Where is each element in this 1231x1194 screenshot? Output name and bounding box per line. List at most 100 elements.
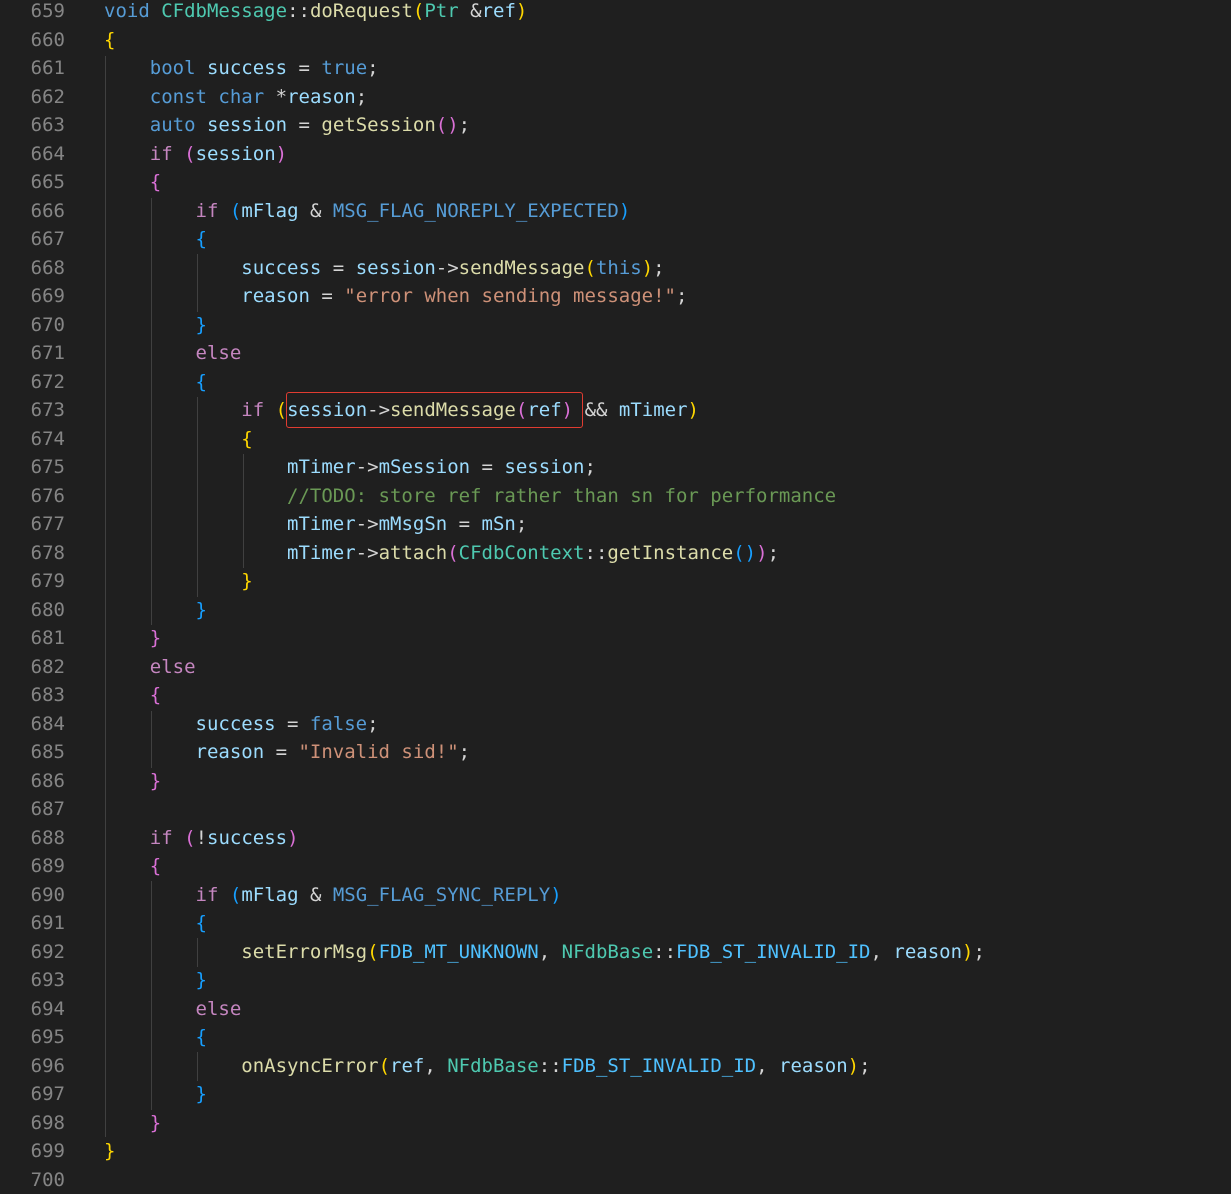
code-token: :: (585, 542, 608, 564)
code-text[interactable]: { (104, 225, 207, 254)
code-line[interactable]: 665 { (0, 168, 1231, 197)
code-line[interactable]: 673 if (session->sendMessage(ref) && mTi… (0, 396, 1231, 425)
code-line[interactable]: 682 else (0, 653, 1231, 682)
code-text[interactable]: { (104, 681, 161, 710)
code-token: FDB_ST_INVALID_ID (562, 1055, 756, 1077)
code-line[interactable]: 691 { (0, 909, 1231, 938)
code-text[interactable]: onAsyncError(ref, NFdbBase::FDB_ST_INVAL… (104, 1052, 871, 1081)
code-text[interactable]: { (104, 425, 253, 454)
code-line[interactable]: 699} (0, 1137, 1231, 1166)
code-token: NFdbBase (562, 941, 654, 963)
code-text[interactable]: const char *reason; (104, 83, 367, 112)
line-number: 684 (31, 710, 65, 739)
code-text[interactable]: { (104, 1023, 207, 1052)
code-text[interactable]: { (104, 909, 207, 938)
code-line[interactable]: 687 (0, 795, 1231, 824)
code-text[interactable]: { (104, 852, 161, 881)
code-text[interactable]: } (104, 1109, 161, 1138)
code-line[interactable]: 692 setErrorMsg(FDB_MT_UNKNOWN, NFdbBase… (0, 938, 1231, 967)
code-line[interactable]: 663 auto session = getSession(); (0, 111, 1231, 140)
code-line[interactable]: 700 (0, 1166, 1231, 1194)
code-text[interactable]: } (104, 1080, 207, 1109)
code-line[interactable]: 698 } (0, 1109, 1231, 1138)
code-line[interactable]: 675 mTimer->mSession = session; (0, 453, 1231, 482)
code-text[interactable]: success = false; (104, 710, 379, 739)
code-token (104, 912, 196, 934)
code-text[interactable]: mTimer->mSession = session; (104, 453, 596, 482)
code-text[interactable]: } (104, 966, 207, 995)
code-line[interactable]: 686 } (0, 767, 1231, 796)
code-line[interactable]: 672 { (0, 368, 1231, 397)
code-text[interactable]: } (104, 1137, 115, 1166)
code-line[interactable]: 678 mTimer->attach(CFdbContext::getInsta… (0, 539, 1231, 568)
code-line[interactable]: 674 { (0, 425, 1231, 454)
code-text[interactable]: } (104, 767, 161, 796)
code-token: { (196, 912, 207, 934)
code-text[interactable]: mTimer->mMsgSn = mSn; (104, 510, 527, 539)
code-line[interactable]: 697 } (0, 1080, 1231, 1109)
code-text[interactable]: else (104, 995, 241, 1024)
code-text[interactable]: success = session->sendMessage(this); (104, 254, 665, 283)
code-token (104, 941, 241, 963)
code-text[interactable]: } (104, 624, 161, 653)
code-line[interactable]: 660{ (0, 26, 1231, 55)
code-text[interactable]: } (104, 596, 207, 625)
code-line[interactable]: 680 } (0, 596, 1231, 625)
line-number: 670 (31, 311, 65, 340)
code-token: } (241, 570, 252, 592)
code-line[interactable]: 688 if (!success) (0, 824, 1231, 853)
code-text[interactable]: else (104, 653, 196, 682)
code-line[interactable]: 685 reason = "Invalid sid!"; (0, 738, 1231, 767)
code-text[interactable]: { (104, 368, 207, 397)
code-text[interactable]: if (session) (104, 140, 287, 169)
code-text[interactable]: } (104, 567, 253, 596)
code-token: getInstance (607, 542, 733, 564)
code-text[interactable]: if (mFlag & MSG_FLAG_NOREPLY_EXPECTED) (104, 197, 630, 226)
code-line[interactable]: 684 success = false; (0, 710, 1231, 739)
code-editor[interactable]: 659void CFdbMessage::doRequest(Ptr &ref)… (0, 0, 1231, 1179)
code-token: { (196, 371, 207, 393)
code-line[interactable]: 661 bool success = true; (0, 54, 1231, 83)
code-line[interactable]: 681 } (0, 624, 1231, 653)
code-line[interactable]: 659void CFdbMessage::doRequest(Ptr &ref) (0, 0, 1231, 26)
code-text[interactable]: if (!success) (104, 824, 299, 853)
code-line[interactable]: 690 if (mFlag & MSG_FLAG_SYNC_REPLY) (0, 881, 1231, 910)
line-number: 693 (31, 966, 65, 995)
code-line[interactable]: 667 { (0, 225, 1231, 254)
code-text[interactable]: { (104, 168, 161, 197)
code-line[interactable]: 677 mTimer->mMsgSn = mSn; (0, 510, 1231, 539)
code-line[interactable]: 666 if (mFlag & MSG_FLAG_NOREPLY_EXPECTE… (0, 197, 1231, 226)
code-line[interactable]: 664 if (session) (0, 140, 1231, 169)
code-token: if (196, 200, 219, 222)
code-line[interactable]: 662 const char *reason; (0, 83, 1231, 112)
code-token (104, 1112, 150, 1134)
line-number: 668 (31, 254, 65, 283)
code-text[interactable]: } (104, 311, 207, 340)
code-line[interactable]: 679 } (0, 567, 1231, 596)
code-text[interactable]: if (mFlag & MSG_FLAG_SYNC_REPLY) (104, 881, 562, 910)
code-text[interactable]: void CFdbMessage::doRequest(Ptr &ref) (104, 0, 527, 26)
code-token: () (436, 114, 459, 136)
code-text[interactable]: reason = "Invalid sid!"; (104, 738, 470, 767)
code-text[interactable]: bool success = true; (104, 54, 379, 83)
code-line[interactable]: 694 else (0, 995, 1231, 1024)
code-token: & (299, 884, 333, 906)
code-line[interactable]: 669 reason = "error when sending message… (0, 282, 1231, 311)
code-line[interactable]: 670 } (0, 311, 1231, 340)
code-line[interactable]: 676 //TODO: store ref rather than sn for… (0, 482, 1231, 511)
code-line[interactable]: 696 onAsyncError(ref, NFdbBase::FDB_ST_I… (0, 1052, 1231, 1081)
code-text[interactable]: //TODO: store ref rather than sn for per… (104, 482, 836, 511)
code-line[interactable]: 693 } (0, 966, 1231, 995)
code-text[interactable]: mTimer->attach(CFdbContext::getInstance(… (104, 539, 779, 568)
code-line[interactable]: 671 else (0, 339, 1231, 368)
code-text[interactable]: reason = "error when sending message!"; (104, 282, 687, 311)
code-text[interactable]: else (104, 339, 241, 368)
code-text[interactable]: setErrorMsg(FDB_MT_UNKNOWN, NFdbBase::FD… (104, 938, 985, 967)
code-text[interactable]: { (104, 26, 115, 55)
code-line[interactable]: 689 { (0, 852, 1231, 881)
code-line[interactable]: 695 { (0, 1023, 1231, 1052)
code-line[interactable]: 668 success = session->sendMessage(this)… (0, 254, 1231, 283)
code-text[interactable]: auto session = getSession(); (104, 111, 470, 140)
line-number: 687 (31, 795, 65, 824)
code-line[interactable]: 683 { (0, 681, 1231, 710)
